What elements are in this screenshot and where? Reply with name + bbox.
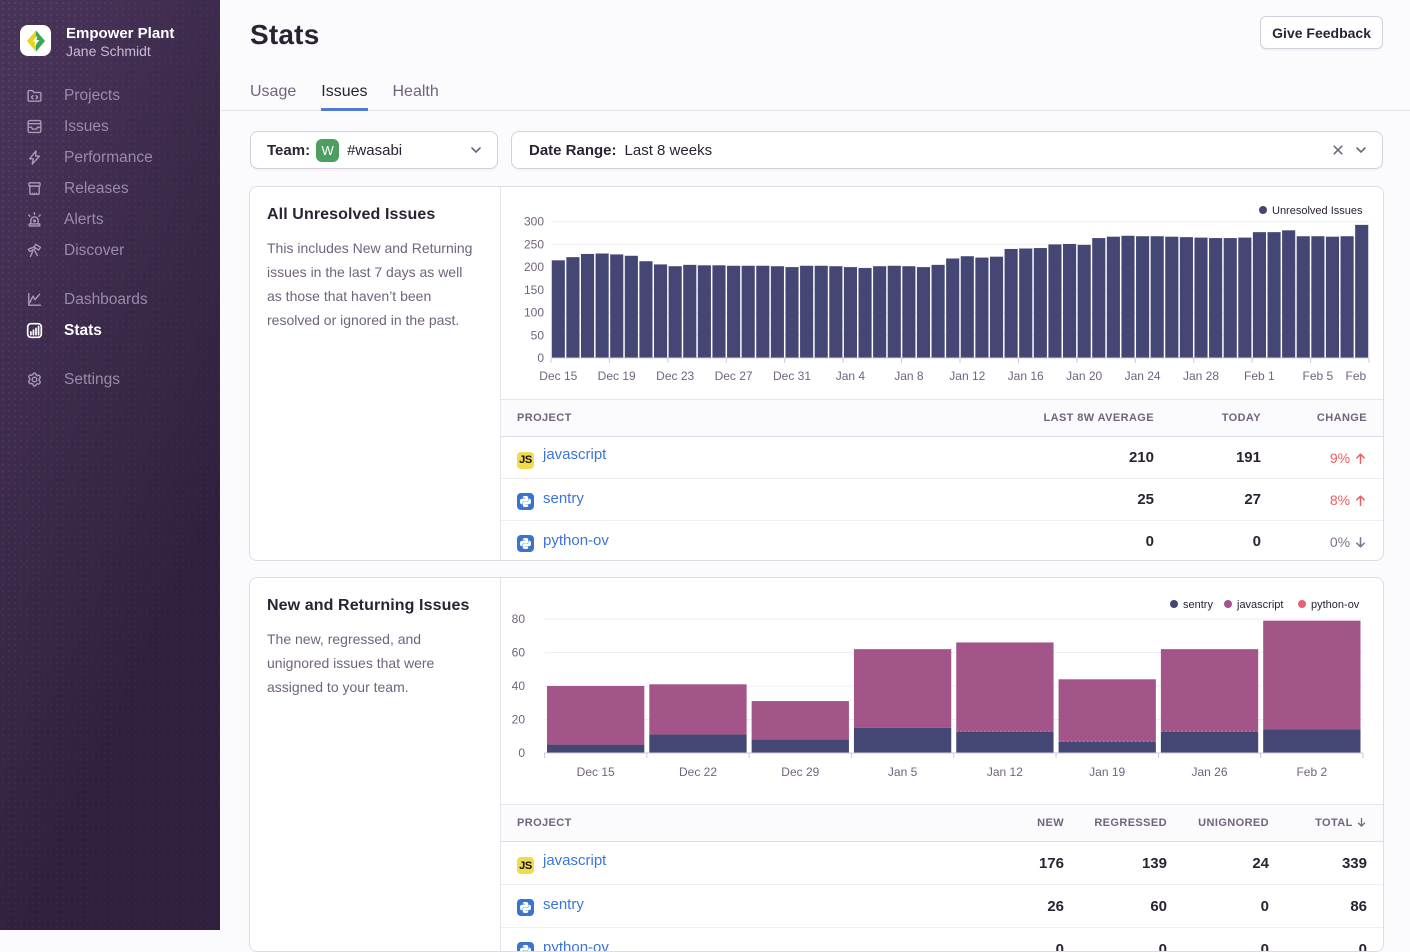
svg-text:Dec 31: Dec 31: [773, 369, 811, 383]
svg-text:python-ov: python-ov: [1311, 599, 1360, 611]
svg-text:Dec 29: Dec 29: [781, 765, 819, 779]
svg-text:200: 200: [524, 260, 544, 274]
svg-text:0: 0: [518, 746, 525, 760]
svg-text:Jan 19: Jan 19: [1089, 765, 1125, 779]
svg-text:Jan 20: Jan 20: [1066, 369, 1102, 383]
svg-text:Dec 15: Dec 15: [539, 369, 577, 383]
svg-text:Jan 28: Jan 28: [1183, 369, 1219, 383]
svg-text:Feb 2: Feb 2: [1296, 765, 1327, 779]
svg-text:Dec 22: Dec 22: [679, 765, 717, 779]
svg-text:Feb 1: Feb 1: [1244, 369, 1275, 383]
svg-text:Jan 12: Jan 12: [949, 369, 985, 383]
svg-text:Jan 16: Jan 16: [1008, 369, 1044, 383]
svg-text:Unresolved Issues: Unresolved Issues: [1272, 205, 1363, 217]
svg-text:150: 150: [524, 283, 544, 297]
svg-text:300: 300: [524, 215, 544, 229]
svg-text:60: 60: [512, 646, 526, 660]
svg-text:80: 80: [512, 612, 526, 626]
svg-text:javascript: javascript: [1236, 599, 1283, 611]
svg-text:Feb 5: Feb 5: [1303, 369, 1334, 383]
svg-text:20: 20: [512, 713, 526, 727]
svg-text:Jan 24: Jan 24: [1125, 369, 1161, 383]
svg-text:40: 40: [512, 679, 526, 693]
svg-text:Jan 5: Jan 5: [888, 765, 918, 779]
svg-text:Dec 15: Dec 15: [577, 765, 615, 779]
svg-text:Jan 26: Jan 26: [1191, 765, 1227, 779]
svg-text:0: 0: [537, 351, 544, 365]
svg-text:100: 100: [524, 306, 544, 320]
svg-text:Feb: Feb: [1346, 369, 1367, 383]
svg-text:50: 50: [531, 328, 545, 342]
svg-text:Jan 8: Jan 8: [894, 369, 924, 383]
svg-text:Dec 27: Dec 27: [715, 369, 753, 383]
svg-text:250: 250: [524, 237, 544, 251]
svg-text:Jan 12: Jan 12: [987, 765, 1023, 779]
svg-text:sentry: sentry: [1183, 599, 1213, 611]
svg-text:Dec 19: Dec 19: [598, 369, 636, 383]
svg-text:Dec 23: Dec 23: [656, 369, 694, 383]
svg-text:Jan 4: Jan 4: [836, 369, 866, 383]
